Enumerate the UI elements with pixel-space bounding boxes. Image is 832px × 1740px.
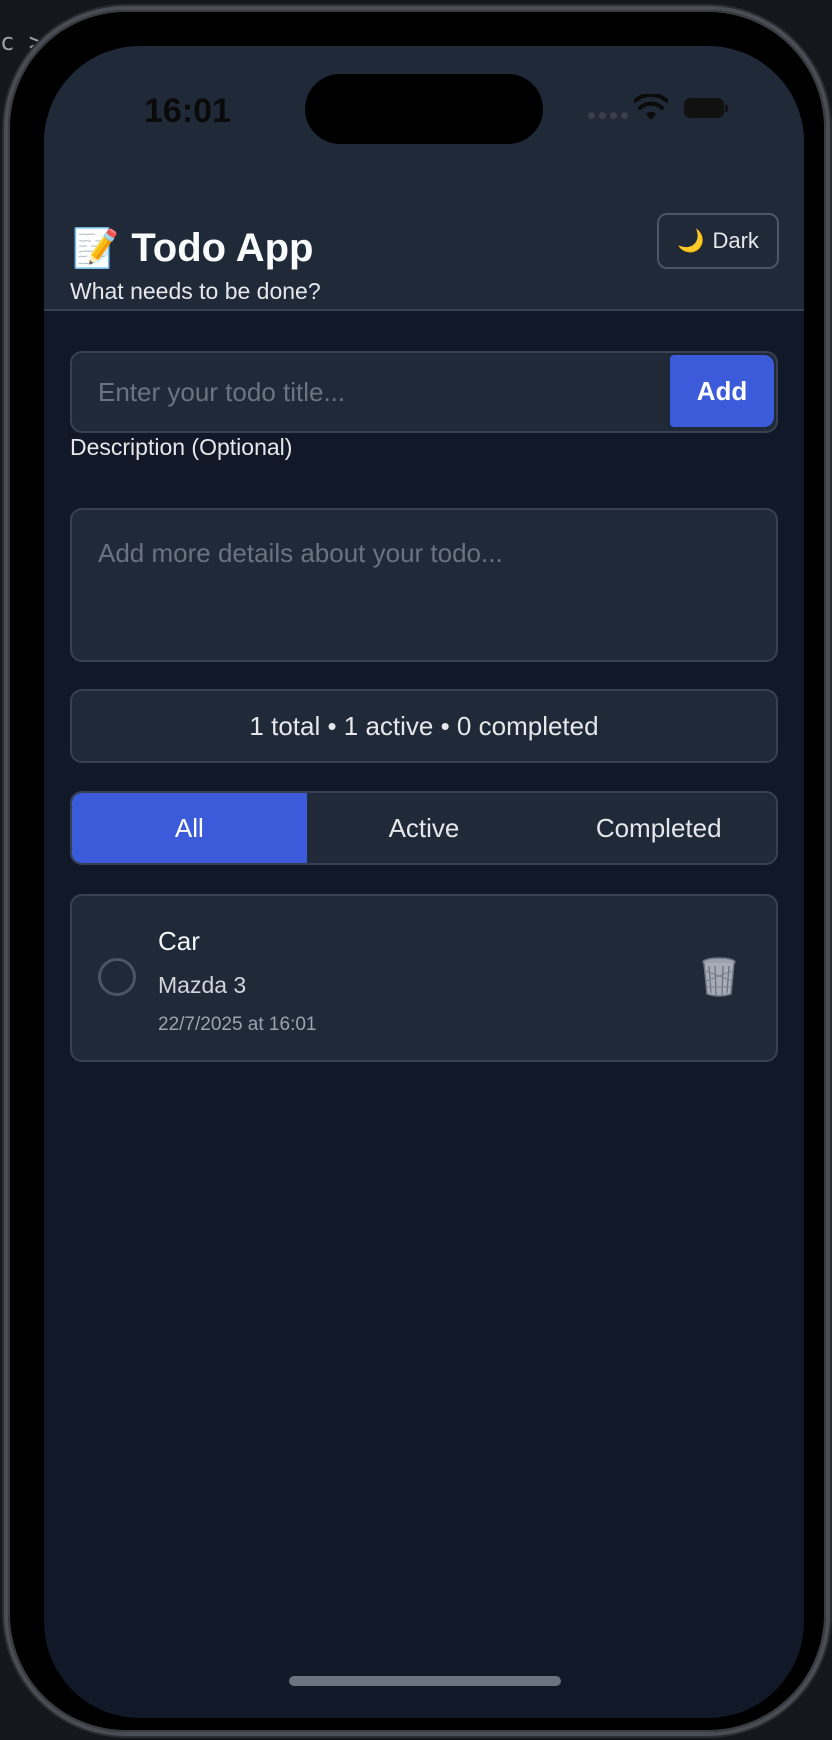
- cellular-signal-icon: [588, 112, 628, 119]
- filter-tab-completed[interactable]: Completed: [541, 793, 776, 863]
- filter-tab-active[interactable]: Active: [307, 793, 542, 863]
- filter-tabs: All Active Completed: [70, 791, 778, 865]
- dynamic-island: [305, 74, 543, 144]
- add-todo-button[interactable]: Add: [670, 355, 774, 427]
- phone-screen: 16:01 📝 Todo App 🌙 Dark What needs to be…: [44, 46, 804, 1718]
- status-bar: 16:01: [44, 46, 804, 166]
- battery-icon: [684, 98, 728, 118]
- filter-tab-all[interactable]: All: [72, 793, 307, 863]
- stats-text: 1 total • 1 active • 0 completed: [249, 710, 599, 741]
- trash-icon: [702, 957, 736, 997]
- todo-title: Car: [158, 926, 200, 956]
- todo-complete-checkbox[interactable]: [98, 958, 136, 996]
- wifi-icon: [634, 94, 668, 120]
- todo-title-input[interactable]: [72, 353, 672, 431]
- home-indicator[interactable]: [289, 1676, 561, 1686]
- theme-toggle-button[interactable]: 🌙 Dark: [657, 213, 779, 269]
- moon-icon: 🌙: [677, 228, 705, 253]
- description-textarea[interactable]: [70, 508, 778, 662]
- delete-todo-button[interactable]: [698, 954, 740, 1000]
- stats-summary: 1 total • 1 active • 0 completed: [70, 689, 778, 763]
- todo-title-input-group: Add: [70, 351, 778, 433]
- description-label: Description (Optional): [70, 434, 293, 460]
- todo-item: Car Mazda 3 22/7/2025 at 16:01: [70, 894, 778, 1062]
- status-time: 16:01: [144, 92, 231, 130]
- page-title-text: Todo App: [131, 226, 314, 270]
- theme-toggle-label: Dark: [712, 228, 759, 253]
- todo-title-label: What needs to be done?: [70, 278, 321, 304]
- todo-timestamp: 22/7/2025 at 16:01: [158, 1014, 317, 1035]
- phone-frame: 16:01 📝 Todo App 🌙 Dark What needs to be…: [8, 10, 826, 1732]
- todo-description: Mazda 3: [158, 972, 247, 998]
- page-title: 📝 Todo App: [72, 226, 313, 271]
- memo-pencil-icon: 📝: [72, 227, 120, 270]
